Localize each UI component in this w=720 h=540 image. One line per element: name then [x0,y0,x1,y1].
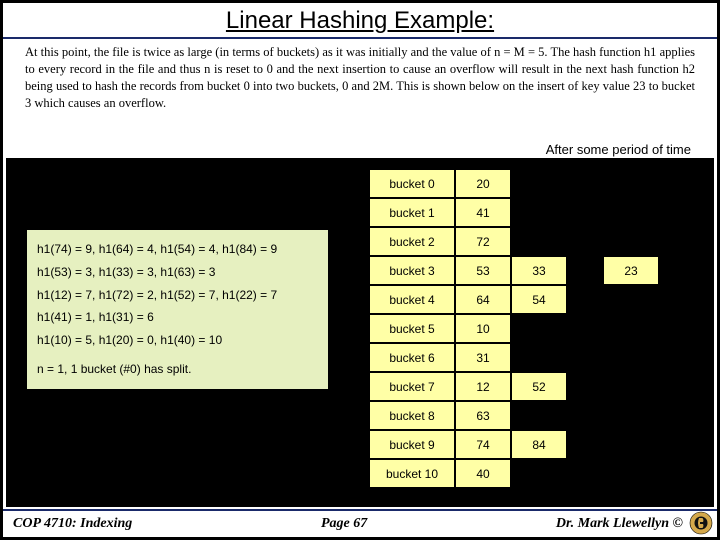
ucf-logo-icon [689,511,713,535]
bucket-label: bucket 8 [369,401,455,430]
bucket-label: bucket 5 [369,314,455,343]
overflow-cell [603,343,659,372]
bucket-cell: 84 [511,430,567,459]
table-row: bucket 46454 [369,285,659,314]
bucket-cell: 40 [455,459,511,488]
bucket-cell: 12 [455,372,511,401]
hash-line: h1(12) = 7, h1(72) = 2, h1(52) = 7, h1(2… [37,284,320,307]
bucket-label: bucket 3 [369,256,455,285]
bucket-cell: 64 [455,285,511,314]
bucket-cell: 31 [455,343,511,372]
bucket-label: bucket 4 [369,285,455,314]
overflow-cell [603,198,659,227]
hash-line: h1(10) = 5, h1(20) = 0, h1(40) = 10 [37,329,320,352]
bucket-cell: 74 [455,430,511,459]
table-row: bucket 631 [369,343,659,372]
bucket-cell: 20 [455,169,511,198]
gap-cell [567,198,603,227]
overflow-cell [603,285,659,314]
gap-cell [567,314,603,343]
bucket-label: bucket 1 [369,198,455,227]
table-row: bucket 1040 [369,459,659,488]
bucket-cell [511,227,567,256]
after-period-text: After some period of time [544,142,693,157]
body-paragraph: At this point, the file is twice as larg… [3,39,717,114]
overflow-cell [603,430,659,459]
table-row: bucket 272 [369,227,659,256]
gap-cell [567,372,603,401]
bucket-label: bucket 9 [369,430,455,459]
table-row: bucket 35333 23 [369,256,659,285]
bucket-cell: 33 [511,256,567,285]
table-row: bucket 510 [369,314,659,343]
bucket-cell: 10 [455,314,511,343]
bucket-cell: 41 [455,198,511,227]
bucket-label: bucket 0 [369,169,455,198]
gap-cell [567,459,603,488]
bucket-cell [511,459,567,488]
table-row: bucket 97484 [369,430,659,459]
bucket-label: bucket 10 [369,459,455,488]
hash-line: h1(53) = 3, h1(33) = 3, h1(63) = 3 [37,261,320,284]
table-row: bucket 71252 [369,372,659,401]
overflow-cell [603,227,659,256]
gap-cell [567,256,603,285]
title-bar: Linear Hashing Example: [3,3,717,39]
footer-course: COP 4710: Indexing [3,516,132,532]
gap-cell [567,285,603,314]
bucket-label: bucket 7 [369,372,455,401]
bucket-cell [511,314,567,343]
gap-cell [567,343,603,372]
bucket-cell: 53 [455,256,511,285]
bucket-cell: 54 [511,285,567,314]
gap-cell [567,169,603,198]
slide: Linear Hashing Example: At this point, t… [2,2,718,538]
bucket-cell [511,343,567,372]
table-row: bucket 020 [369,169,659,198]
footer-page: Page 67 [132,516,556,532]
overflow-cell [603,459,659,488]
gap-cell [567,430,603,459]
bucket-cell: 72 [455,227,511,256]
hash-values-box: h1(74) = 9, h1(64) = 4, h1(54) = 4, h1(8… [25,228,330,391]
table-row: bucket 141 [369,198,659,227]
overflow-cell: 23 [603,256,659,285]
overflow-cell [603,401,659,430]
bucket-label: bucket 2 [369,227,455,256]
overflow-cell [603,372,659,401]
bucket-cell [511,169,567,198]
slide-title: Linear Hashing Example: [226,7,494,34]
bucket-cell: 52 [511,372,567,401]
bucket-table: bucket 020bucket 141bucket 272bucket 353… [368,168,660,489]
hash-line: h1(41) = 1, h1(31) = 6 [37,306,320,329]
overflow-cell [603,314,659,343]
overflow-cell [603,169,659,198]
bucket-cell: 63 [455,401,511,430]
gap-cell [567,227,603,256]
hash-line: h1(74) = 9, h1(64) = 4, h1(54) = 4, h1(8… [37,238,320,261]
table-row: bucket 863 [369,401,659,430]
bucket-label: bucket 6 [369,343,455,372]
bucket-cell [511,198,567,227]
gap-cell [567,401,603,430]
hash-status-line: n = 1, 1 bucket (#0) has split. [37,358,320,381]
footer-bar: COP 4710: Indexing Page 67 Dr. Mark Llew… [3,509,717,537]
bucket-cell [511,401,567,430]
